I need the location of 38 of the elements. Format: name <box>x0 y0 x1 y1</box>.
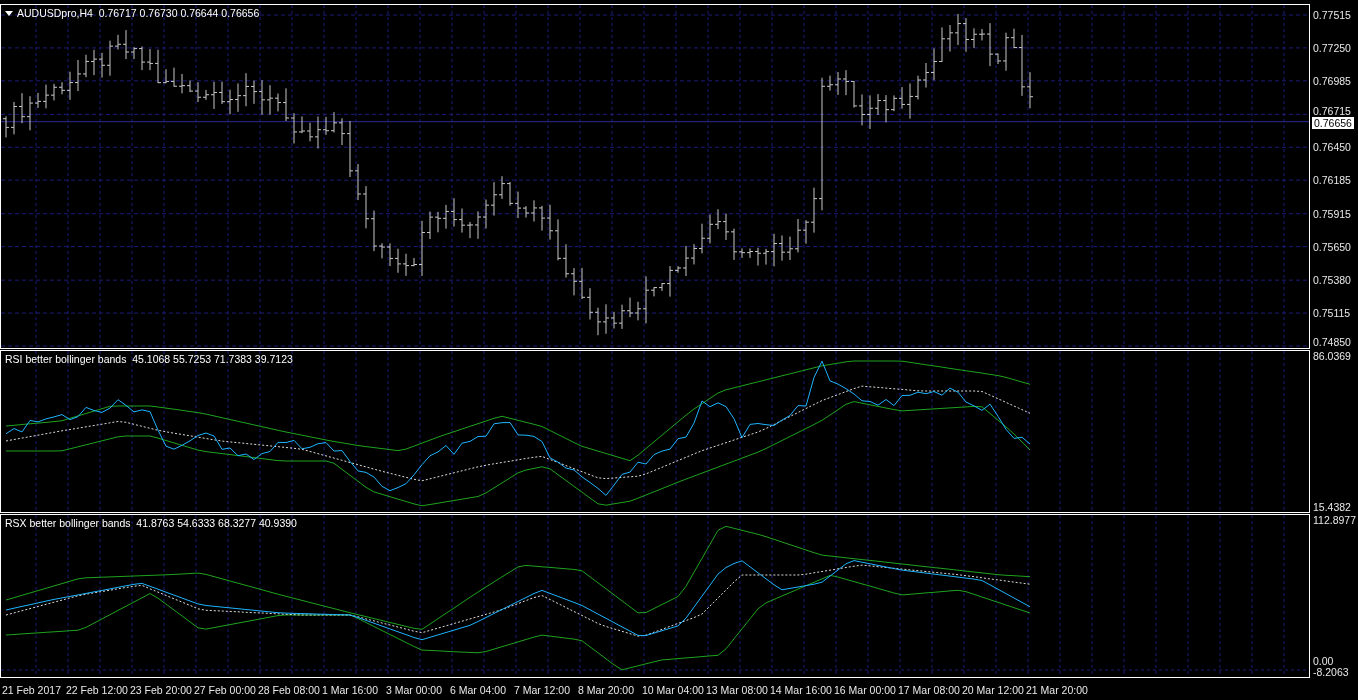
price-label: 0.75650 <box>1313 240 1351 253</box>
time-label: 3 Mar 00:00 <box>386 683 444 696</box>
price-label: 0.77515 <box>1313 9 1351 21</box>
axis-zero-label: 0.00 <box>1313 656 1335 667</box>
time-label: 8 Mar 20:00 <box>578 683 636 696</box>
time-label: 20 Mar 12:00 <box>962 683 1025 696</box>
axis-max-label: 112.8977 <box>1313 514 1357 527</box>
axis-min-label: 15.4382 <box>1313 501 1352 514</box>
price-label: 0.75115 <box>1313 307 1351 320</box>
price-label: 0.76185 <box>1313 174 1351 187</box>
time-label: 10 Mar 04:00 <box>642 683 705 696</box>
time-label: 6 Mar 04:00 <box>450 683 508 696</box>
price-label: 0.75380 <box>1313 274 1351 287</box>
time-label: 14 Mar 16:00 <box>770 683 833 696</box>
indicator-title: RSX better bollinger bands 41.8763 54.6333 68.3277 40.9390 <box>5 517 297 530</box>
price-label: 0.77250 <box>1313 41 1351 54</box>
chart-title: AUDUSDpro,H4 0.76717 0.76730 0.76644 0.76656 <box>17 7 260 19</box>
time-label: 1 Mar 16:00 <box>322 683 380 696</box>
current-price-label: 0.76656 <box>1312 116 1354 129</box>
time-label: 22 Feb 12:00 <box>66 683 129 696</box>
time-label: 17 Mar 08:00 <box>898 683 961 696</box>
triangle-down-icon[interactable] <box>5 10 13 16</box>
time-label: 27 Feb 00:00 <box>194 683 257 696</box>
axis-max-label: 86.0369 <box>1313 349 1352 362</box>
time-label: 7 Mar 12:00 <box>514 683 572 696</box>
time-label: 23 Feb 20:00 <box>130 683 193 696</box>
price-label: 0.76715 <box>1313 104 1351 117</box>
price-label: 0.76985 <box>1313 74 1351 87</box>
time-label: 21 Feb 2017 <box>2 683 62 696</box>
price-label: 0.76450 <box>1313 141 1351 154</box>
time-label: 28 Feb 08:00 <box>258 683 321 696</box>
time-label: 21 Mar 20:00 <box>1026 683 1089 696</box>
indicator-title: RSI better bollinger bands 45.1068 55.7253 71.7383 39.7123 <box>5 352 293 365</box>
time-label: 13 Mar 08:00 <box>706 683 769 696</box>
axis-min-label: -8.2063 <box>1313 666 1350 679</box>
time-label: 16 Mar 00:00 <box>834 683 897 696</box>
price-label: 0.75915 <box>1313 207 1351 220</box>
price-label: 0.74850 <box>1313 336 1351 348</box>
